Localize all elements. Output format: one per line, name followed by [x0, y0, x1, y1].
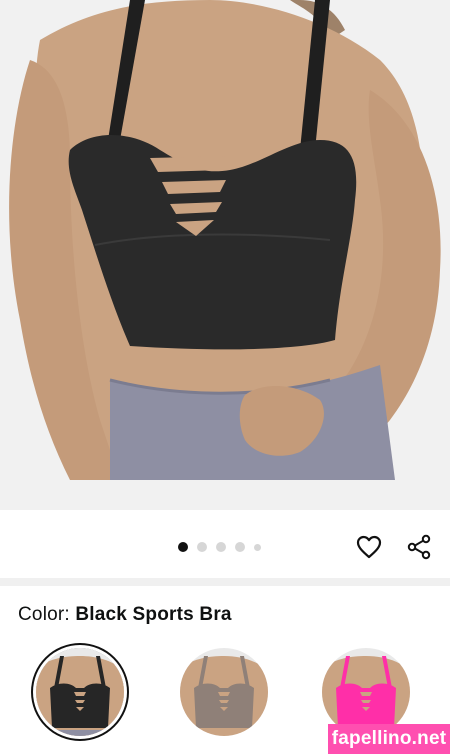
product-illustration	[0, 0, 450, 510]
carousel-dot-4[interactable]	[235, 542, 245, 552]
color-label-key: Color:	[18, 604, 76, 625]
carousel-dot-1[interactable]	[178, 542, 188, 552]
watermark: fapellino.net	[328, 724, 450, 754]
carousel-dot-3[interactable]	[216, 542, 226, 552]
swatch-black[interactable]	[36, 648, 124, 736]
swatch-taupe[interactable]	[180, 648, 268, 736]
carousel-dot-5[interactable]	[254, 543, 261, 551]
heart-icon	[356, 535, 382, 559]
color-label: Color: Black Sports Bra	[18, 604, 232, 626]
swatch-black-image	[36, 648, 124, 736]
swatch-pink-image	[322, 648, 410, 736]
carousel-controls	[0, 512, 450, 582]
wishlist-button[interactable]	[352, 530, 386, 564]
carousel-dots[interactable]	[178, 542, 261, 552]
section-divider	[0, 578, 450, 586]
carousel-dot-2[interactable]	[197, 542, 207, 552]
product-image[interactable]	[0, 0, 450, 510]
color-label-value: Black Sports Bra	[75, 604, 232, 625]
share-button[interactable]	[402, 530, 436, 564]
swatch-taupe-image	[180, 648, 268, 736]
swatch-pink[interactable]	[322, 648, 410, 736]
share-icon	[407, 534, 431, 560]
